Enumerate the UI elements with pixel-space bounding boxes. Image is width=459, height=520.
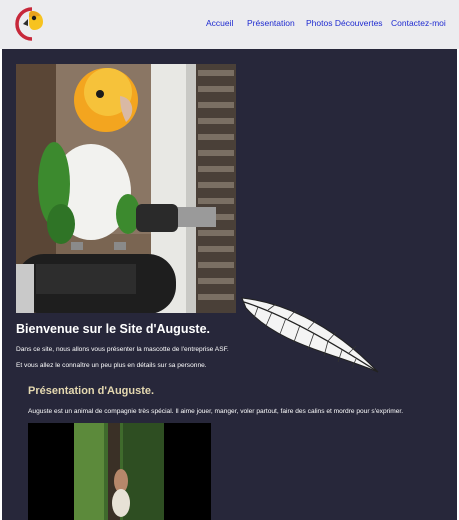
site-header: Accueil Présentation Photos Découvertes …: [0, 0, 459, 49]
presentation-video[interactable]: [28, 423, 211, 520]
nav-link-accueil[interactable]: Accueil: [206, 18, 233, 28]
main-navigation: Accueil Présentation Photos Découvertes …: [0, 18, 459, 32]
presentation-text: Auguste est un animal de compagnie très …: [28, 408, 404, 415]
nav-link-presentation[interactable]: Présentation: [247, 18, 295, 28]
feather-icon: [241, 297, 379, 373]
nav-link-photos-decouvertes[interactable]: Photos Découvertes: [306, 18, 383, 28]
welcome-text-line-1: Dans ce site, nous allons vous présenter…: [16, 346, 229, 353]
hero-photo-parrot: [16, 64, 236, 313]
presentation-heading: Présentation d'Auguste.: [28, 385, 155, 397]
nav-link-contactez-moi[interactable]: Contactez-moi: [391, 18, 446, 28]
welcome-heading: Bienvenue sur le Site d'Auguste.: [16, 322, 210, 336]
welcome-text-line-2: Et vous allez le connaître un peu plus e…: [16, 362, 207, 369]
